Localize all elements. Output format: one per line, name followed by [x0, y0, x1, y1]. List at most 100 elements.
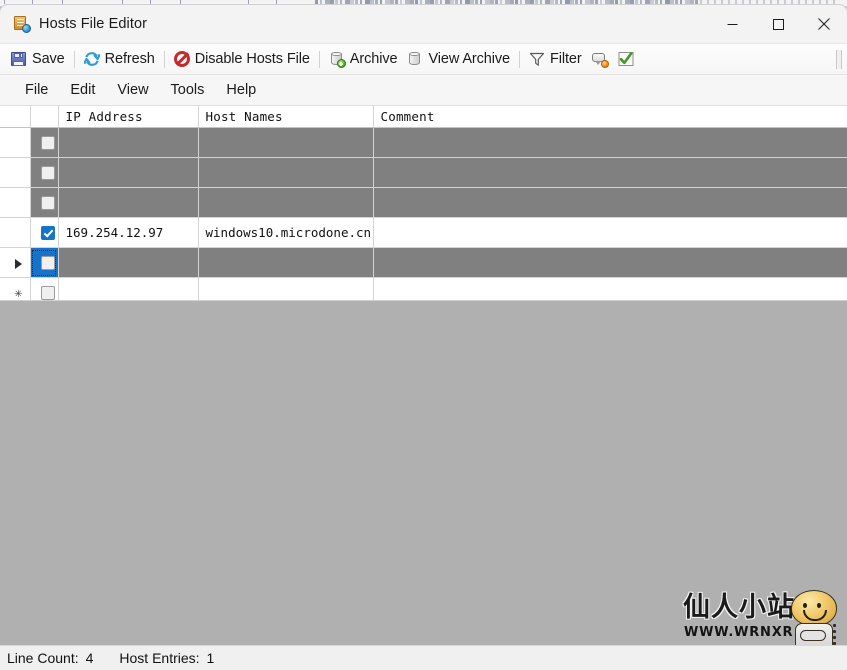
host-entries-label: Host Entries: — [119, 650, 200, 666]
refresh-icon — [83, 51, 100, 67]
title-bar: Hosts File Editor — [0, 5, 847, 44]
cell-host-names[interactable]: windows10.microdone.cn — [198, 217, 374, 248]
watermark: 仙人小站 WWW.WRNXR.CN — [683, 588, 843, 645]
cell-comment[interactable] — [373, 277, 847, 300]
column-header-comment[interactable]: Comment — [373, 106, 847, 128]
menu-tools[interactable]: Tools — [160, 78, 216, 102]
toolbar-separator — [318, 50, 320, 68]
disable-hosts-file-button[interactable]: Disable Hosts File — [169, 47, 315, 72]
cell-ip-address[interactable] — [58, 127, 199, 158]
cell-comment[interactable] — [373, 127, 847, 158]
row-enabled-checkbox-cell[interactable] — [30, 127, 59, 158]
cell-ip-address[interactable] — [58, 247, 199, 278]
refresh-button-label: Refresh — [104, 51, 155, 67]
row-header-cell[interactable] — [0, 127, 31, 158]
page-title: Hosts File Editor — [39, 16, 148, 32]
row-enabled-checkbox[interactable] — [40, 136, 55, 151]
row-enabled-checkbox[interactable] — [40, 256, 55, 271]
menu-help[interactable]: Help — [215, 78, 267, 102]
archive-button[interactable]: Archive — [324, 47, 403, 72]
host-entries-value: 1 — [206, 650, 215, 666]
row-enabled-checkbox-cell[interactable] — [30, 247, 59, 278]
row-enabled-checkbox-cell[interactable] — [30, 277, 59, 300]
table-row[interactable] — [0, 187, 847, 218]
table-row[interactable] — [0, 127, 847, 158]
column-header-host-names[interactable]: Host Names — [198, 106, 374, 128]
table-row[interactable]: ✳ — [0, 277, 847, 300]
enabled-toggle-button[interactable] — [613, 47, 639, 72]
toolbar-separator — [518, 50, 520, 68]
row-enabled-checkbox-cell[interactable] — [30, 157, 59, 188]
table-row[interactable] — [0, 157, 847, 188]
status-bar: Line Count: 4 Host Entries: 1 — [0, 645, 847, 670]
maximize-button[interactable] — [755, 5, 801, 43]
row-header-corner — [0, 106, 31, 128]
toolbar: Save Refresh Disable Hosts File Archive … — [0, 44, 847, 75]
row-header-cell[interactable] — [0, 247, 31, 278]
comment-toggle-button[interactable] — [587, 47, 613, 72]
cell-ip-address[interactable] — [58, 157, 199, 188]
row-enabled-checkbox[interactable] — [40, 226, 55, 241]
save-icon — [11, 51, 27, 67]
row-header-cell[interactable]: ✳ — [0, 277, 31, 300]
grid-header-row: IP Address Host Names Comment — [0, 106, 847, 128]
line-count-status: Line Count: 4 — [7, 650, 93, 666]
cell-comment[interactable] — [373, 157, 847, 188]
hosts-file-editor-window: Hosts File Editor Save Refresh Disable H… — [0, 5, 847, 670]
hosts-grid: IP Address Host Names Comment 169.254.12… — [0, 106, 847, 301]
hosts-file-icon — [13, 16, 31, 33]
minimize-button[interactable] — [709, 5, 755, 43]
row-enabled-checkbox-cell[interactable] — [30, 217, 59, 248]
line-count-label: Line Count: — [7, 650, 79, 666]
disable-hosts-file-label: Disable Hosts File — [194, 51, 310, 67]
window-controls — [709, 5, 847, 43]
cell-host-names[interactable] — [198, 157, 374, 188]
row-enabled-checkbox[interactable] — [40, 196, 55, 211]
row-enabled-checkbox[interactable] — [40, 286, 55, 300]
cell-host-names[interactable] — [198, 187, 374, 218]
row-enabled-checkbox-cell[interactable] — [30, 187, 59, 218]
empty-content-area: 仙人小站 WWW.WRNXR.CN — [0, 301, 847, 645]
filter-button[interactable]: Filter — [524, 47, 587, 72]
cell-comment[interactable] — [373, 217, 847, 248]
table-row[interactable]: 169.254.12.97 windows10.microdone.cn — [0, 217, 847, 248]
refresh-button[interactable]: Refresh — [79, 47, 160, 72]
cell-comment[interactable] — [373, 187, 847, 218]
disable-icon — [173, 51, 190, 67]
archive-view-icon — [407, 51, 423, 67]
current-row-arrow-icon — [14, 258, 22, 269]
menu-bar: File Edit View Tools Help — [0, 75, 847, 106]
menu-file[interactable]: File — [14, 78, 59, 102]
filter-button-label: Filter — [549, 51, 582, 67]
save-button-label: Save — [32, 51, 65, 67]
toolbar-separator — [73, 50, 75, 68]
row-enabled-checkbox[interactable] — [40, 166, 55, 181]
close-button[interactable] — [801, 5, 847, 43]
line-count-value: 4 — [85, 650, 94, 666]
menu-edit[interactable]: Edit — [59, 78, 106, 102]
cell-ip-address[interactable] — [58, 277, 199, 300]
archive-button-label: Archive — [349, 51, 398, 67]
cell-comment[interactable] — [373, 247, 847, 278]
column-header-ip-address[interactable]: IP Address — [58, 106, 199, 128]
row-header-cell[interactable] — [0, 187, 31, 218]
enabled-check-icon — [618, 51, 634, 67]
save-button[interactable]: Save — [6, 47, 70, 72]
column-header-enabled[interactable] — [30, 106, 59, 128]
row-header-cell[interactable] — [0, 157, 31, 188]
toolbar-overflow-grip[interactable] — [836, 50, 842, 69]
table-row[interactable] — [0, 247, 847, 278]
comment-icon — [591, 51, 609, 68]
menu-view[interactable]: View — [106, 78, 159, 102]
cell-host-names[interactable] — [198, 247, 374, 278]
cell-ip-address[interactable] — [58, 187, 199, 218]
cell-host-names[interactable] — [198, 127, 374, 158]
cell-ip-address[interactable]: 169.254.12.97 — [58, 217, 199, 248]
row-header-cell[interactable] — [0, 217, 31, 248]
host-entries-status: Host Entries: 1 — [119, 650, 214, 666]
watermark-mascot-icon — [785, 590, 841, 645]
cell-host-names[interactable] — [198, 277, 374, 300]
view-archive-button[interactable]: View Archive — [402, 47, 515, 72]
view-archive-button-label: View Archive — [428, 51, 510, 67]
watermark-site-name: 仙人小站 — [683, 592, 795, 623]
